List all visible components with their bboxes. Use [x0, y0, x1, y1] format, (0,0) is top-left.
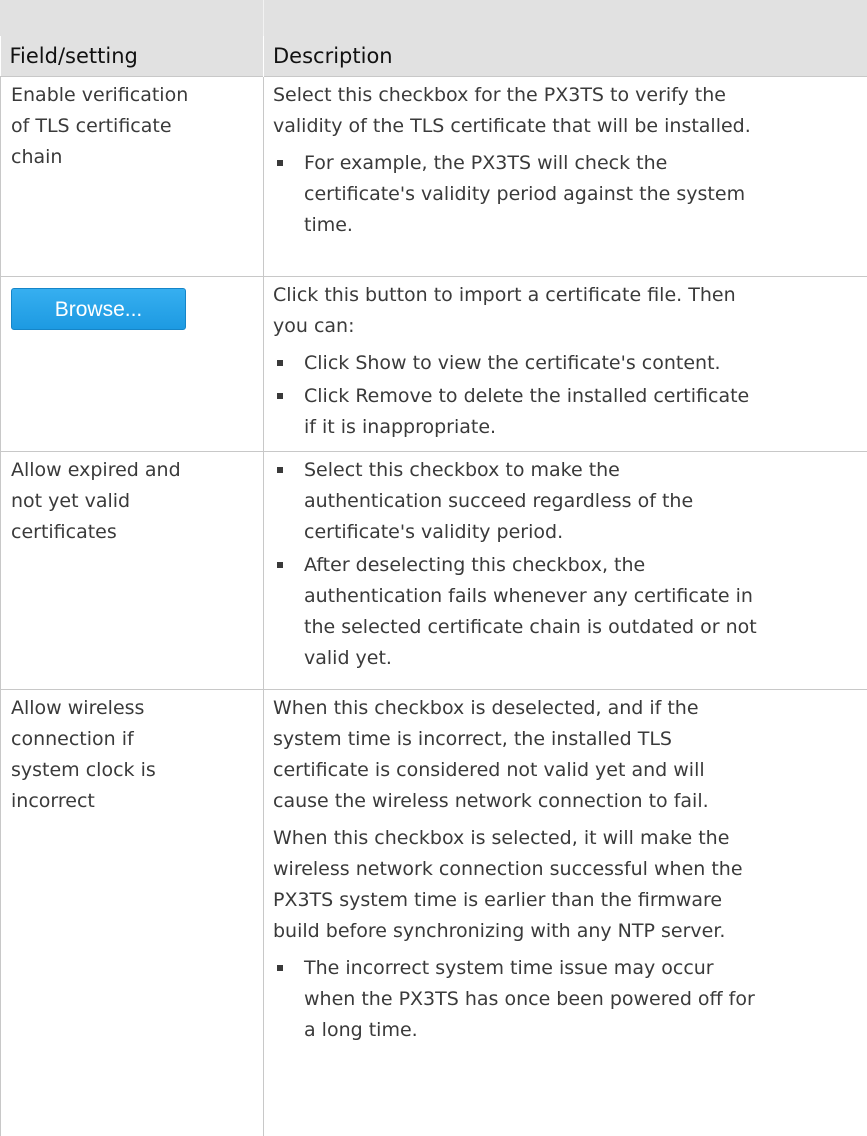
text-line: valid yet.: [304, 643, 867, 674]
text-line: Select this checkbox to make the: [304, 455, 867, 486]
description-paragraph: When this checkbox is selected, it will …: [273, 823, 867, 947]
field-cell: Enable verification of TLS certificate c…: [1, 77, 264, 277]
field-cell: Allow expired and not yet valid certific…: [1, 452, 264, 690]
header-description: Description: [264, 36, 867, 77]
bullet-list: Select this checkbox to make the authent…: [273, 455, 867, 674]
text-line: Click Show to view the certificate's con…: [304, 348, 867, 379]
text-line: wireless network connection successful w…: [273, 854, 867, 885]
description-cell: Click this button to import a certificat…: [264, 277, 867, 452]
field-line: Enable verification: [11, 80, 255, 111]
table-row: Enable verification of TLS certificate c…: [1, 77, 867, 277]
text-line: certificate is considered not valid yet …: [273, 755, 867, 786]
table-header-row: Field/setting Description: [1, 36, 867, 77]
text-line: you can:: [273, 311, 867, 342]
description-paragraph: Select this checkbox for the PX3TS to ve…: [273, 80, 867, 142]
description-paragraph: Click this button to import a certificat…: [273, 280, 867, 342]
top-header-strip: [0, 0, 867, 36]
description-cell: Select this checkbox for the PX3TS to ve…: [264, 77, 867, 277]
header-divider: [263, 0, 264, 36]
text-line: authentication succeed regardless of the: [304, 486, 867, 517]
text-line: For example, the PX3TS will check the: [304, 148, 867, 179]
settings-table: Field/setting Description Enable verific…: [0, 36, 867, 1136]
description-cell: Select this checkbox to make the authent…: [264, 452, 867, 690]
text-line: if it is inappropriate.: [304, 412, 867, 443]
field-line: Allow expired and: [11, 455, 255, 486]
text-line: certificate's validity period against th…: [304, 179, 867, 210]
text-line: PX3TS system time is earlier than the fi…: [273, 885, 867, 916]
square-bullet-icon: [277, 393, 283, 399]
text-line: certificate's validity period.: [304, 517, 867, 548]
text-line: authentication fails whenever any certif…: [304, 581, 867, 612]
field-line: chain: [11, 142, 255, 173]
table-row: Allow wireless connection if system cloc…: [1, 690, 867, 1136]
field-line: incorrect: [11, 786, 255, 817]
description-cell: When this checkbox is deselected, and if…: [264, 690, 867, 1136]
text-line: when the PX3TS has once been powered off…: [304, 984, 867, 1015]
text-line: Click this button to import a certificat…: [273, 280, 867, 311]
text-line: build before synchronizing with any NTP …: [273, 916, 867, 947]
text-line: Select this checkbox for the PX3TS to ve…: [273, 80, 867, 111]
text-line: validity of the TLS certificate that wil…: [273, 111, 867, 142]
text-line: system time is incorrect, the installed …: [273, 724, 867, 755]
field-cell: Allow wireless connection if system cloc…: [1, 690, 264, 1136]
header-field-setting: Field/setting: [1, 36, 264, 77]
text-line: When this checkbox is deselected, and if…: [273, 693, 867, 724]
field-cell: Browse...: [1, 277, 264, 452]
text-line: Click Remove to delete the installed cer…: [304, 381, 867, 412]
text-line: time.: [304, 210, 867, 241]
text-line: After deselecting this checkbox, the: [304, 550, 867, 581]
field-line: certificates: [11, 517, 255, 548]
bullet-item: Click Show to view the certificate's con…: [273, 348, 867, 379]
bullet-item: After deselecting this checkbox, the aut…: [273, 550, 867, 674]
table-row: Browse... Click this button to import a …: [1, 277, 867, 452]
text-line: the selected certificate chain is outdat…: [304, 612, 867, 643]
bullet-list: Click Show to view the certificate's con…: [273, 348, 867, 443]
bullet-item: Click Remove to delete the installed cer…: [273, 381, 867, 443]
bullet-list: The incorrect system time issue may occu…: [273, 953, 867, 1046]
bullet-list: For example, the PX3TS will check the ce…: [273, 148, 867, 241]
text-line: a long time.: [304, 1015, 867, 1046]
square-bullet-icon: [277, 467, 283, 473]
square-bullet-icon: [277, 562, 283, 568]
field-line: not yet valid: [11, 486, 255, 517]
browse-button[interactable]: Browse...: [11, 288, 186, 330]
text-line: cause the wireless network connection to…: [273, 786, 867, 817]
text-line: The incorrect system time issue may occu…: [304, 953, 867, 984]
bullet-item: Select this checkbox to make the authent…: [273, 455, 867, 548]
document-page: Field/setting Description Enable verific…: [0, 0, 867, 1128]
field-line: connection if: [11, 724, 255, 755]
square-bullet-icon: [277, 360, 283, 366]
text-line: When this checkbox is selected, it will …: [273, 823, 867, 854]
bullet-item: For example, the PX3TS will check the ce…: [273, 148, 867, 241]
field-line: system clock is: [11, 755, 255, 786]
table-row: Allow expired and not yet valid certific…: [1, 452, 867, 690]
square-bullet-icon: [277, 160, 283, 166]
field-line: of TLS certificate: [11, 111, 255, 142]
field-line: Allow wireless: [11, 693, 255, 724]
square-bullet-icon: [277, 965, 283, 971]
description-paragraph: When this checkbox is deselected, and if…: [273, 693, 867, 817]
bullet-item: The incorrect system time issue may occu…: [273, 953, 867, 1046]
